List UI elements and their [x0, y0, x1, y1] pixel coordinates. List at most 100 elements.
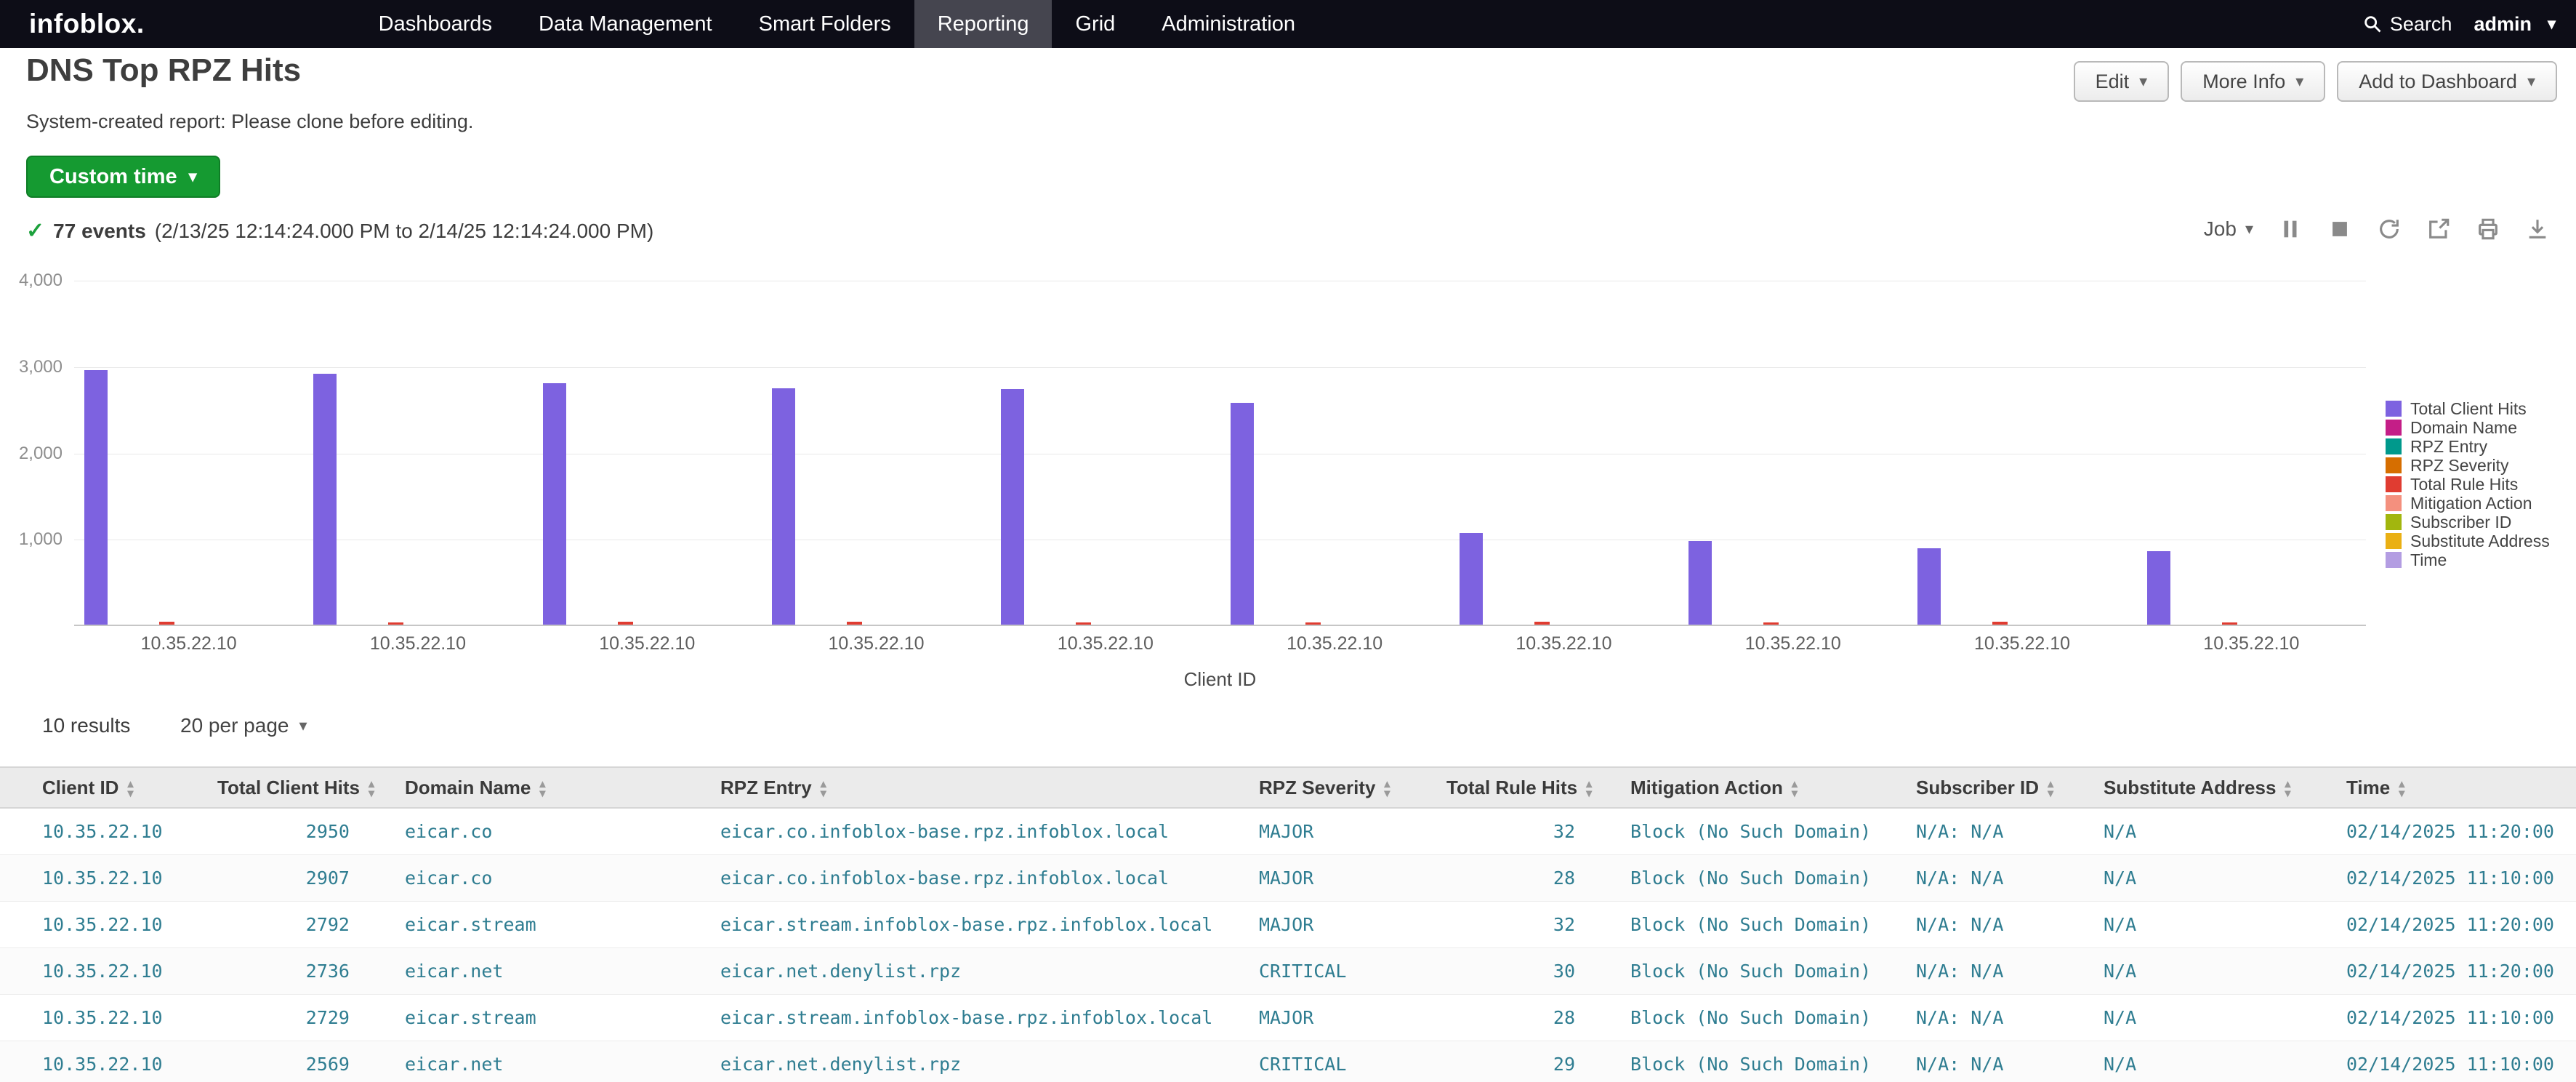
- table-cell-time[interactable]: 02/14/2025 11:10:00: [2323, 854, 2576, 901]
- table-cell-time[interactable]: 02/14/2025 11:20:00: [2323, 901, 2576, 947]
- table-cell-total-client-hits[interactable]: 2950: [194, 808, 382, 854]
- table-cell-total-client-hits[interactable]: 2907: [194, 854, 382, 901]
- table-cell-rpz-severity[interactable]: MAJOR: [1236, 994, 1423, 1041]
- table-row[interactable]: 10.35.22.102729eicar.streameicar.stream.…: [0, 994, 2576, 1041]
- bar-total-client-hits[interactable]: [84, 370, 108, 625]
- nav-item-administration[interactable]: Administration: [1138, 0, 1319, 48]
- bar-total-rule-hits[interactable]: [1763, 622, 1779, 625]
- table-cell-client-id[interactable]: 10.35.22.10: [0, 854, 194, 901]
- nav-item-reporting[interactable]: Reporting: [914, 0, 1052, 48]
- table-cell-subscriber-id[interactable]: N/A: N/A: [1893, 947, 2080, 994]
- column-header-domain-name[interactable]: Domain Name: [382, 767, 697, 808]
- table-cell-domain-name[interactable]: eicar.net: [382, 1041, 697, 1082]
- job-menu[interactable]: Job: [2204, 217, 2253, 241]
- legend-item-mitigation-action[interactable]: Mitigation Action: [2386, 494, 2550, 513]
- edit-button[interactable]: Edit: [2074, 61, 2170, 102]
- bar-total-client-hits[interactable]: [1231, 403, 1254, 625]
- table-cell-mitigation-action[interactable]: Block (No Such Domain): [1607, 808, 1893, 854]
- table-cell-mitigation-action[interactable]: Block (No Such Domain): [1607, 901, 1893, 947]
- more-info-button[interactable]: More Info: [2181, 61, 2325, 102]
- pause-icon[interactable]: [2277, 215, 2304, 243]
- bar-total-client-hits[interactable]: [1001, 389, 1024, 625]
- bar-total-rule-hits[interactable]: [1534, 622, 1550, 625]
- table-cell-total-rule-hits[interactable]: 32: [1423, 901, 1607, 947]
- table-cell-client-id[interactable]: 10.35.22.10: [0, 1041, 194, 1082]
- table-cell-total-client-hits[interactable]: 2736: [194, 947, 382, 994]
- table-cell-total-client-hits[interactable]: 2729: [194, 994, 382, 1041]
- export-icon[interactable]: [2425, 215, 2452, 243]
- table-cell-substitute-address[interactable]: N/A: [2080, 901, 2323, 947]
- table-cell-rpz-entry[interactable]: eicar.net.denylist.rpz: [697, 1041, 1236, 1082]
- bar-total-client-hits[interactable]: [1460, 533, 1483, 625]
- bar-total-rule-hits[interactable]: [1992, 622, 2008, 625]
- table-cell-total-rule-hits[interactable]: 30: [1423, 947, 1607, 994]
- table-cell-subscriber-id[interactable]: N/A: N/A: [1893, 901, 2080, 947]
- legend-item-substitute-address[interactable]: Substitute Address: [2386, 532, 2550, 550]
- legend-item-total-client-hits[interactable]: Total Client Hits: [2386, 399, 2550, 418]
- table-row[interactable]: 10.35.22.102569eicar.neteicar.net.denyli…: [0, 1041, 2576, 1082]
- table-cell-domain-name[interactable]: eicar.co: [382, 854, 697, 901]
- table-cell-subscriber-id[interactable]: N/A: N/A: [1893, 854, 2080, 901]
- bar-total-client-hits[interactable]: [1917, 548, 1941, 625]
- table-cell-time[interactable]: 02/14/2025 11:10:00: [2323, 1041, 2576, 1082]
- column-header-total-rule-hits[interactable]: Total Rule Hits: [1423, 767, 1607, 808]
- user-menu[interactable]: admin: [2474, 13, 2556, 36]
- table-cell-substitute-address[interactable]: N/A: [2080, 994, 2323, 1041]
- refresh-icon[interactable]: [2375, 215, 2403, 243]
- legend-item-time[interactable]: Time: [2386, 550, 2550, 569]
- bar-total-client-hits[interactable]: [543, 383, 566, 625]
- table-cell-subscriber-id[interactable]: N/A: N/A: [1893, 808, 2080, 854]
- table-cell-substitute-address[interactable]: N/A: [2080, 854, 2323, 901]
- table-cell-total-rule-hits[interactable]: 29: [1423, 1041, 1607, 1082]
- table-cell-time[interactable]: 02/14/2025 11:10:00: [2323, 994, 2576, 1041]
- table-row[interactable]: 10.35.22.102950eicar.coeicar.co.infoblox…: [0, 808, 2576, 854]
- legend-item-total-rule-hits[interactable]: Total Rule Hits: [2386, 475, 2550, 494]
- table-cell-total-client-hits[interactable]: 2792: [194, 901, 382, 947]
- table-cell-time[interactable]: 02/14/2025 11:20:00: [2323, 808, 2576, 854]
- table-cell-rpz-entry[interactable]: eicar.co.infoblox-base.rpz.infoblox.loca…: [697, 808, 1236, 854]
- table-cell-rpz-severity[interactable]: MAJOR: [1236, 901, 1423, 947]
- table-cell-substitute-address[interactable]: N/A: [2080, 808, 2323, 854]
- table-cell-domain-name[interactable]: eicar.stream: [382, 994, 697, 1041]
- table-cell-total-rule-hits[interactable]: 28: [1423, 994, 1607, 1041]
- bar-total-client-hits[interactable]: [313, 374, 337, 625]
- table-cell-rpz-entry[interactable]: eicar.net.denylist.rpz: [697, 947, 1236, 994]
- nav-item-grid[interactable]: Grid: [1052, 0, 1138, 48]
- table-cell-domain-name[interactable]: eicar.net: [382, 947, 697, 994]
- table-cell-rpz-entry[interactable]: eicar.stream.infoblox-base.rpz.infoblox.…: [697, 994, 1236, 1041]
- table-cell-client-id[interactable]: 10.35.22.10: [0, 808, 194, 854]
- bar-total-rule-hits[interactable]: [2222, 622, 2237, 625]
- table-cell-mitigation-action[interactable]: Block (No Such Domain): [1607, 994, 1893, 1041]
- bar-total-rule-hits[interactable]: [847, 622, 862, 625]
- table-cell-mitigation-action[interactable]: Block (No Such Domain): [1607, 947, 1893, 994]
- nav-item-dashboards[interactable]: Dashboards: [355, 0, 515, 48]
- table-cell-subscriber-id[interactable]: N/A: N/A: [1893, 1041, 2080, 1082]
- table-row[interactable]: 10.35.22.102907eicar.coeicar.co.infoblox…: [0, 854, 2576, 901]
- table-cell-mitigation-action[interactable]: Block (No Such Domain): [1607, 1041, 1893, 1082]
- table-cell-total-rule-hits[interactable]: 32: [1423, 808, 1607, 854]
- table-cell-client-id[interactable]: 10.35.22.10: [0, 947, 194, 994]
- column-header-mitigation-action[interactable]: Mitigation Action: [1607, 767, 1893, 808]
- bar-total-rule-hits[interactable]: [388, 622, 403, 625]
- table-row[interactable]: 10.35.22.102792eicar.streameicar.stream.…: [0, 901, 2576, 947]
- stop-icon[interactable]: [2326, 215, 2354, 243]
- bar-total-client-hits[interactable]: [1689, 541, 1712, 625]
- table-cell-substitute-address[interactable]: N/A: [2080, 1041, 2323, 1082]
- legend-item-subscriber-id[interactable]: Subscriber ID: [2386, 513, 2550, 532]
- download-icon[interactable]: [2524, 215, 2551, 243]
- column-header-rpz-severity[interactable]: RPZ Severity: [1236, 767, 1423, 808]
- add-to-dashboard-button[interactable]: Add to Dashboard: [2337, 61, 2557, 102]
- table-cell-rpz-severity[interactable]: CRITICAL: [1236, 947, 1423, 994]
- table-cell-total-client-hits[interactable]: 2569: [194, 1041, 382, 1082]
- bar-total-rule-hits[interactable]: [1305, 622, 1321, 625]
- bar-total-rule-hits[interactable]: [1076, 622, 1091, 625]
- global-search[interactable]: Search: [2362, 13, 2452, 36]
- column-header-total-client-hits[interactable]: Total Client Hits: [194, 767, 382, 808]
- table-cell-rpz-severity[interactable]: MAJOR: [1236, 808, 1423, 854]
- bar-total-client-hits[interactable]: [2147, 551, 2170, 625]
- nav-item-data-management[interactable]: Data Management: [515, 0, 736, 48]
- table-cell-domain-name[interactable]: eicar.co: [382, 808, 697, 854]
- column-header-client-id[interactable]: Client ID: [0, 767, 194, 808]
- table-cell-rpz-entry[interactable]: eicar.co.infoblox-base.rpz.infoblox.loca…: [697, 854, 1236, 901]
- table-row[interactable]: 10.35.22.102736eicar.neteicar.net.denyli…: [0, 947, 2576, 994]
